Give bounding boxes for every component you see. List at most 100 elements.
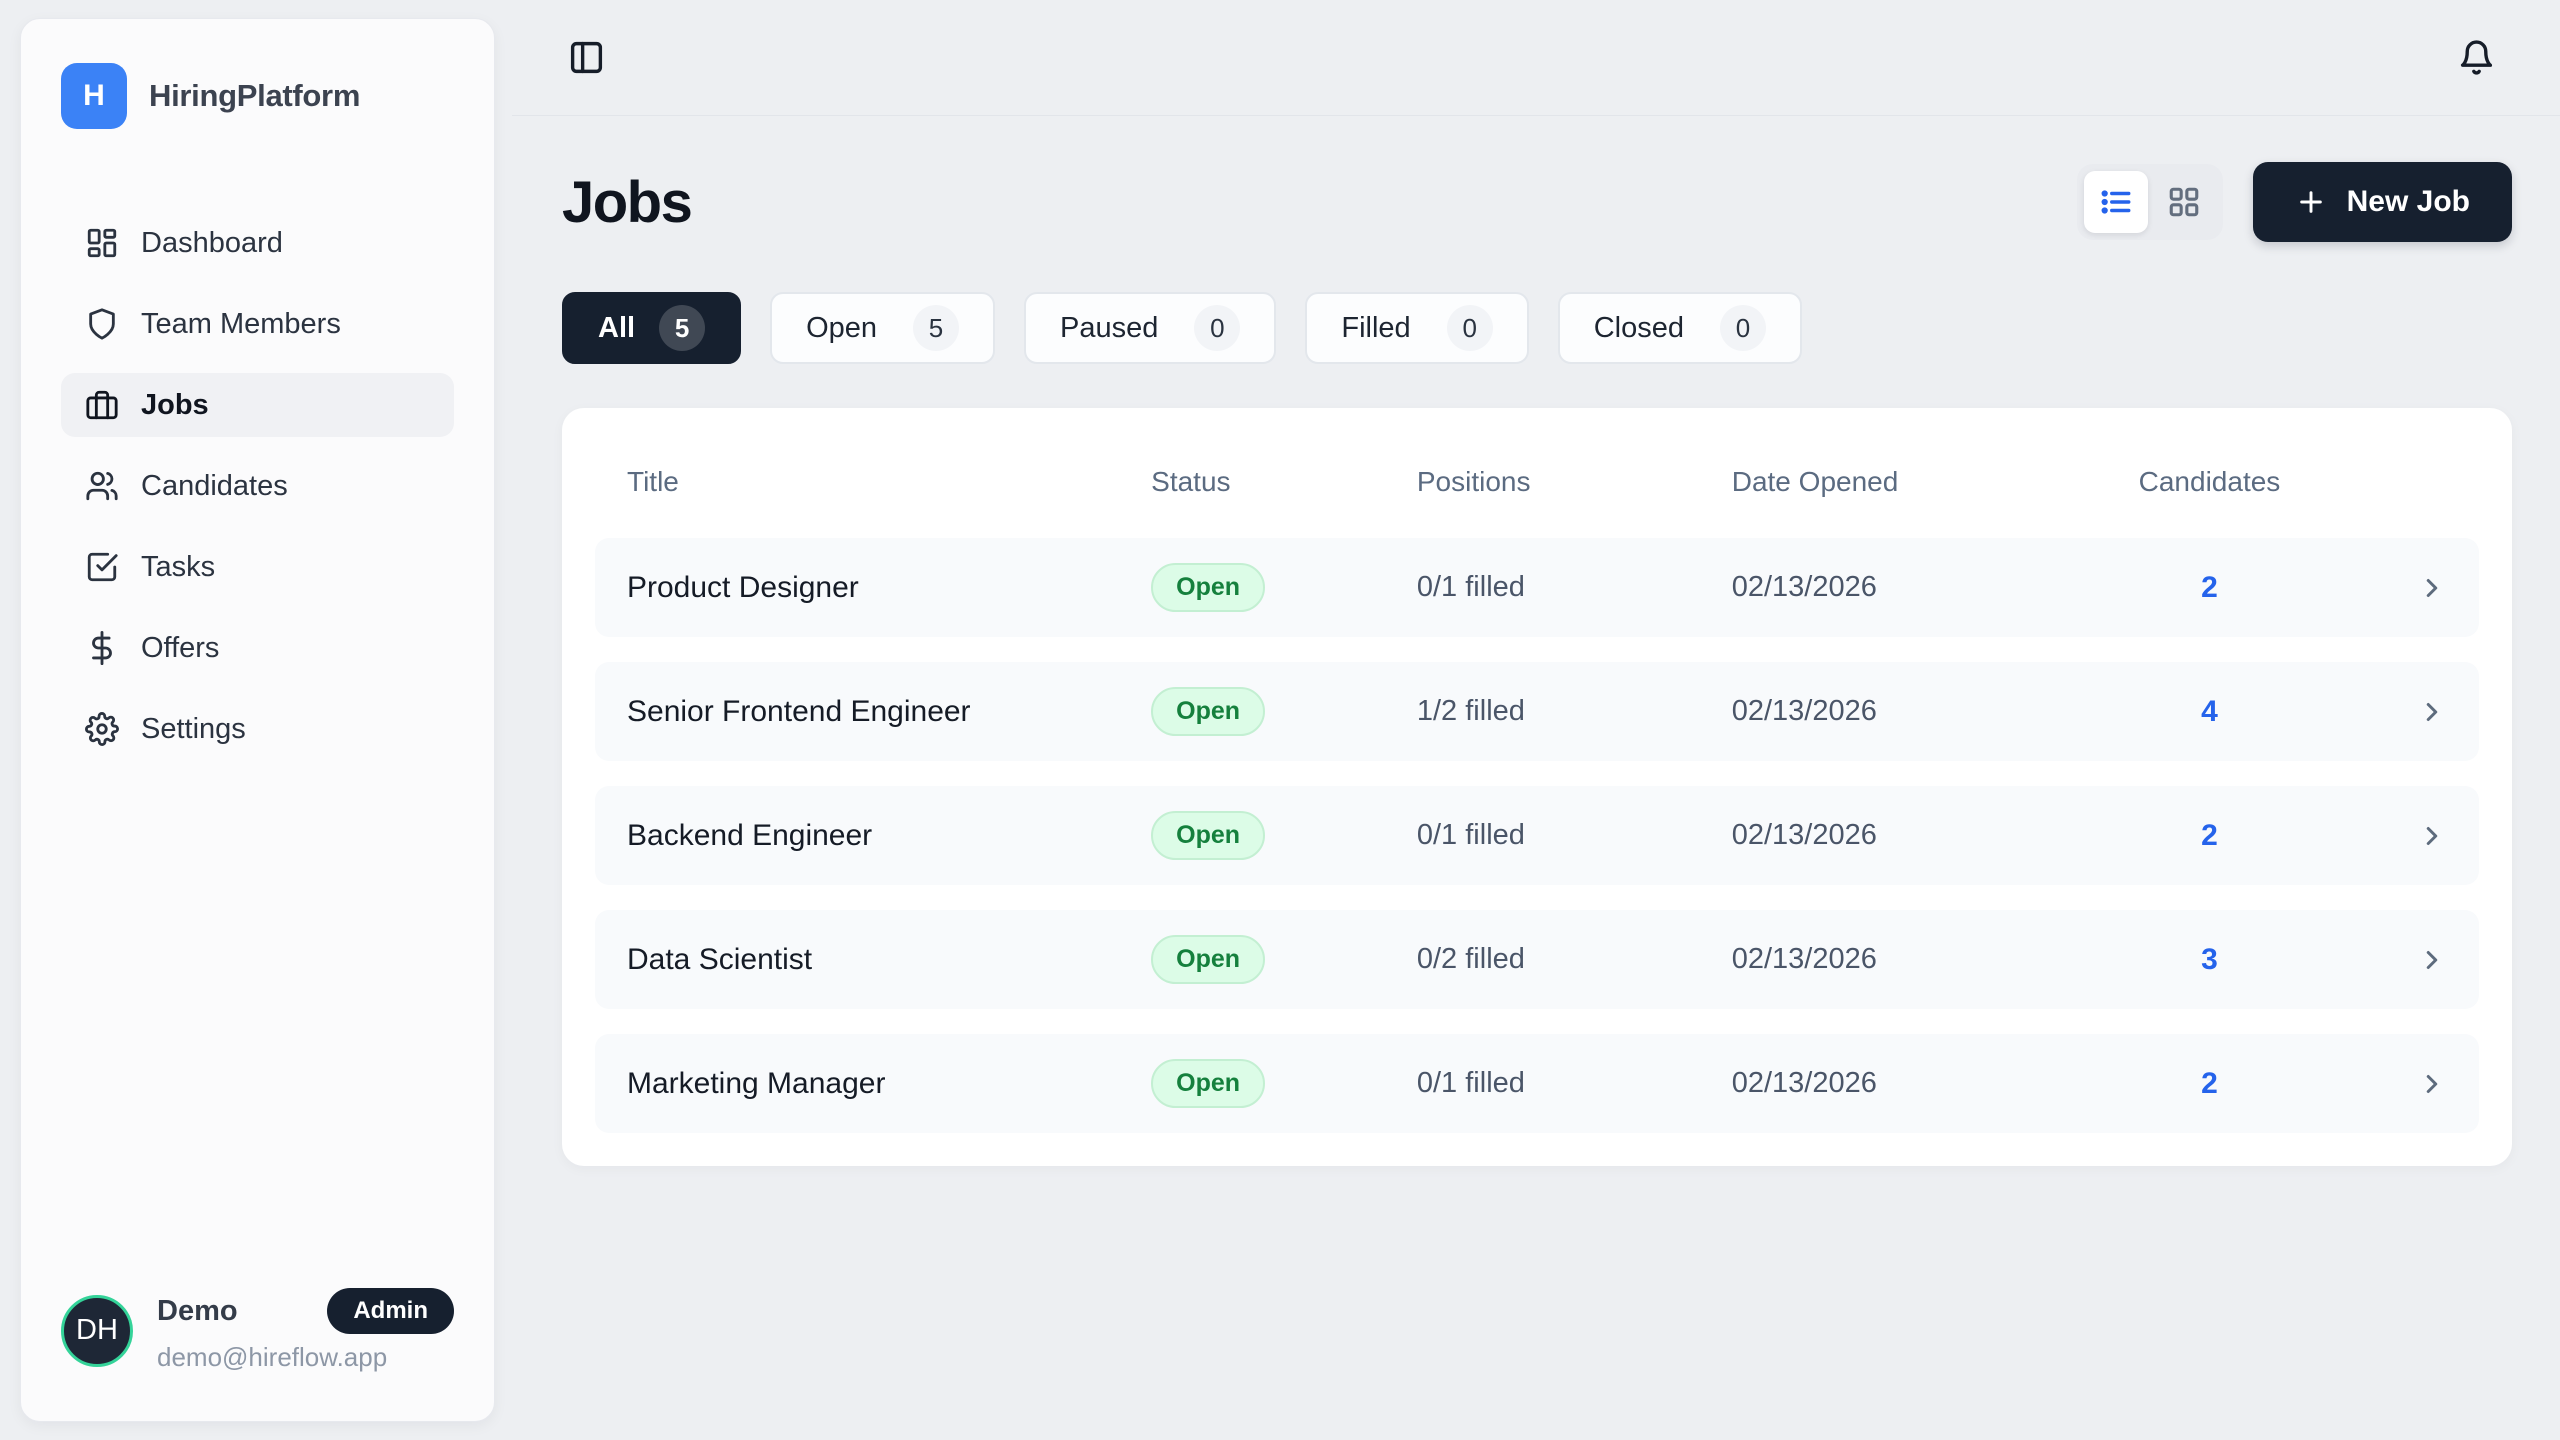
sidebar-item-offers[interactable]: Offers [61,616,454,680]
list-view-icon [2099,185,2133,219]
sidebar-item-tasks[interactable]: Tasks [61,535,454,599]
date-opened-cell: 02/13/2026 [1732,1067,2132,1100]
table-row[interactable]: Senior Frontend Engineer Open 1/2 filled… [595,662,2479,761]
filter-count-badge: 5 [913,305,959,351]
sidebar-item-label: Offers [141,632,219,665]
page-title: Jobs [562,169,691,236]
view-toggle [2077,164,2223,240]
dollar-icon [85,631,119,665]
chevron-right-icon[interactable] [2417,1069,2447,1099]
filter-label: Closed [1594,312,1684,345]
sidebar-toggle-button[interactable] [568,38,608,78]
status-badge: Open [1151,811,1265,860]
user-email: demo@hireflow.app [157,1342,454,1373]
filter-tab-open[interactable]: Open 5 [770,292,995,364]
job-title: Marketing Manager [627,1067,1151,1101]
table-row[interactable]: Data Scientist Open 0/2 filled 02/13/202… [595,910,2479,1009]
sidebar-item-team-members[interactable]: Team Members [61,292,454,356]
grid-view-button[interactable] [2152,171,2216,233]
role-badge: Admin [327,1288,454,1334]
page-header: Jobs [562,162,2512,242]
positions-cell: 0/1 filled [1417,819,1732,852]
plus-icon [2295,186,2327,218]
jobs-table-card: Title Status Positions Date Opened Candi… [562,408,2512,1166]
check-square-icon [85,550,119,584]
filter-count-badge: 0 [1447,305,1493,351]
topbar [512,0,2560,116]
panel-left-icon [568,39,608,76]
positions-cell: 0/2 filled [1417,943,1732,976]
chevron-right-icon[interactable] [2417,697,2447,727]
filter-label: Open [806,312,877,345]
positions-cell: 1/2 filled [1417,695,1732,728]
filter-tab-all[interactable]: All 5 [562,292,741,364]
positions-cell: 0/1 filled [1417,571,1732,604]
list-view-button[interactable] [2084,171,2148,233]
user-name: Demo [157,1295,238,1328]
users-icon [85,469,119,503]
user-info: Demo Admin demo@hireflow.app [157,1288,454,1373]
candidates-count[interactable]: 2 [2132,571,2287,605]
job-title: Product Designer [627,571,1151,605]
sidebar-item-jobs[interactable]: Jobs [61,373,454,437]
app-logo: H [61,63,127,129]
table-row[interactable]: Product Designer Open 0/1 filled 02/13/2… [595,538,2479,637]
sidebar-item-label: Tasks [141,551,215,584]
filter-tab-closed[interactable]: Closed 0 [1558,292,1802,364]
date-opened-cell: 02/13/2026 [1732,695,2132,728]
chevron-right-icon[interactable] [2417,821,2447,851]
date-opened-cell: 02/13/2026 [1732,571,2132,604]
table-row[interactable]: Backend Engineer Open 0/1 filled 02/13/2… [595,786,2479,885]
column-header-date-opened: Date Opened [1732,466,2132,498]
sidebar-item-settings[interactable]: Settings [61,697,454,761]
sidebar-item-dashboard[interactable]: Dashboard [61,211,454,275]
briefcase-icon [85,388,119,422]
table-row[interactable]: Marketing Manager Open 0/1 filled 02/13/… [595,1034,2479,1133]
filter-label: Filled [1341,312,1410,345]
filter-label: Paused [1060,312,1158,345]
column-header-status: Status [1151,466,1417,498]
status-badge: Open [1151,563,1265,612]
grid-view-icon [2167,185,2201,219]
table-header: Title Status Positions Date Opened Candi… [595,432,2479,538]
main-area: Jobs [512,0,2560,1440]
job-title: Backend Engineer [627,819,1151,853]
chevron-right-icon[interactable] [2417,945,2447,975]
status-badge: Open [1151,935,1265,984]
candidates-count[interactable]: 3 [2132,943,2287,977]
user-profile[interactable]: DH Demo Admin demo@hireflow.app [61,1288,454,1373]
filter-count-badge: 0 [1720,305,1766,351]
new-job-button[interactable]: New Job [2253,162,2512,242]
sidebar-item-candidates[interactable]: Candidates [61,454,454,518]
gear-icon [85,712,119,746]
avatar: DH [61,1295,133,1367]
column-header-positions: Positions [1417,466,1732,498]
app-logo-letter: H [83,79,105,113]
column-header-candidates: Candidates [2132,466,2287,498]
positions-cell: 0/1 filled [1417,1067,1732,1100]
sidebar-nav: Dashboard Team Members Jobs Candidates T… [61,211,454,761]
sidebar: H HiringPlatform Dashboard Team Members … [20,18,495,1422]
page-content: Jobs [512,116,2560,1166]
status-filters: All 5 Open 5 Paused 0 Filled 0 Closed 0 [562,292,2512,364]
filter-label: All [598,312,635,345]
candidates-count[interactable]: 2 [2132,819,2287,853]
chevron-right-icon[interactable] [2417,573,2447,603]
candidates-count[interactable]: 4 [2132,695,2287,729]
candidates-count[interactable]: 2 [2132,1067,2287,1101]
brand: H HiringPlatform [61,63,454,129]
job-title: Senior Frontend Engineer [627,695,1151,729]
filter-tab-paused[interactable]: Paused 0 [1024,292,1276,364]
avatar-initials: DH [76,1314,118,1347]
app-name: HiringPlatform [149,78,360,114]
status-badge: Open [1151,1059,1265,1108]
column-header-title: Title [627,466,1151,498]
notifications-button[interactable] [2458,38,2498,78]
sidebar-item-label: Settings [141,713,246,746]
job-title: Data Scientist [627,943,1151,977]
status-badge: Open [1151,687,1265,736]
new-job-label: New Job [2347,185,2470,219]
sidebar-item-label: Team Members [141,308,341,341]
filter-tab-filled[interactable]: Filled 0 [1305,292,1528,364]
date-opened-cell: 02/13/2026 [1732,819,2132,852]
